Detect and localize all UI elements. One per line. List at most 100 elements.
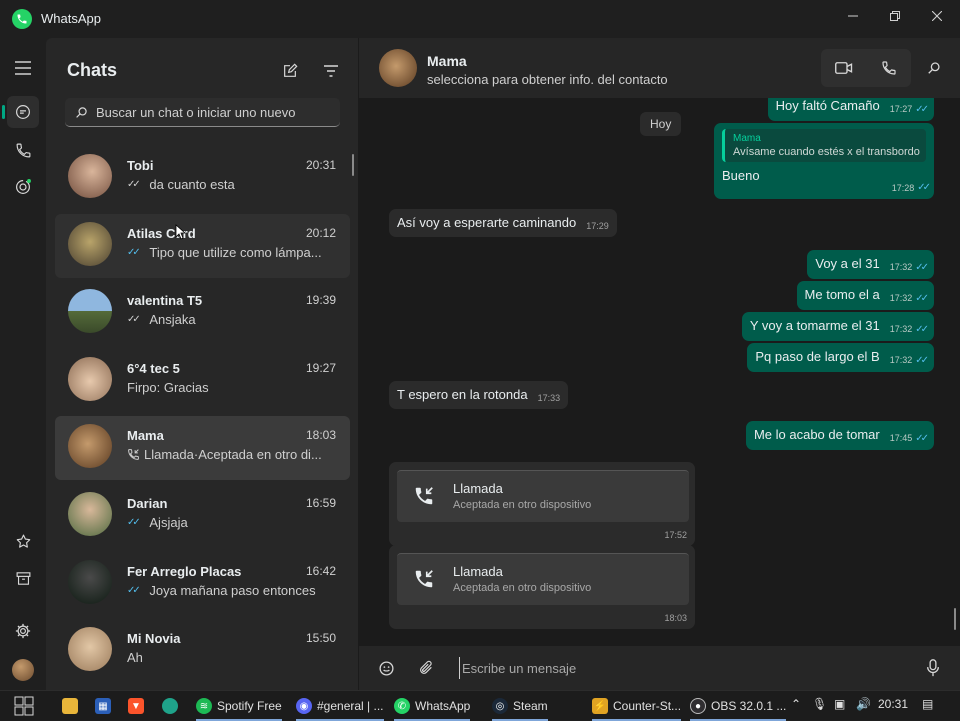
taskbar-store[interactable]: ▦ bbox=[95, 695, 111, 717]
chat-item-fer-arreglo-placas[interactable]: Fer Arreglo Placas 16:42 ✓✓ Joya mañana … bbox=[55, 552, 350, 616]
quoted-message[interactable]: Mama Avísame cuando estés x el transbord… bbox=[722, 129, 926, 162]
message-text: Pq paso de largo el B bbox=[755, 349, 880, 364]
message-scrollbar[interactable] bbox=[954, 608, 956, 630]
close-button[interactable] bbox=[916, 0, 958, 32]
maximize-button[interactable] bbox=[874, 0, 916, 32]
spotify-icon: ≋ bbox=[196, 698, 212, 714]
chat-item-tobi[interactable]: Tobi 20:31 ✓✓ da cuanto esta bbox=[55, 146, 350, 210]
avatar bbox=[68, 491, 112, 536]
start-button[interactable] bbox=[14, 695, 34, 717]
taskbar-discord[interactable]: ◉ #general | ... bbox=[296, 695, 384, 721]
voice-message-button[interactable] bbox=[922, 657, 944, 679]
read-ticks-icon: ✓✓ bbox=[915, 432, 929, 444]
avatar bbox=[68, 559, 112, 604]
menu-icon[interactable] bbox=[7, 52, 39, 84]
chat-name: Tobi bbox=[127, 158, 154, 173]
read-ticks-icon: ✓✓ bbox=[915, 103, 929, 115]
chat-name: 6°4 tec 5 bbox=[127, 360, 180, 376]
video-call-button[interactable] bbox=[821, 49, 866, 87]
avatar bbox=[68, 627, 112, 672]
call-log-card[interactable]: Llamada Aceptada en otro dispositivo 18:… bbox=[389, 545, 695, 629]
store-icon: ▦ bbox=[95, 698, 111, 714]
message-time: 17:29 bbox=[586, 221, 609, 231]
notifications-tray-icon[interactable]: ▤ bbox=[922, 697, 933, 711]
chat-item-darian[interactable]: Darian 16:59 ✓✓ Ajsjaja bbox=[55, 484, 350, 548]
taskbar-counter-strike[interactable]: ⚡ Counter-St... bbox=[592, 695, 682, 721]
brave-icon: ▼ bbox=[128, 698, 144, 714]
contact-subtitle: selecciona para obtener info. del contac… bbox=[427, 72, 668, 87]
call-subtitle: Aceptada en otro dispositivo bbox=[453, 582, 592, 594]
message-text: Me tomo el a bbox=[804, 287, 880, 302]
taskbar-brave[interactable]: ▼ bbox=[128, 695, 144, 717]
emoji-icon bbox=[378, 660, 394, 676]
contact-avatar[interactable] bbox=[379, 49, 417, 87]
chat-item-valentina-t5[interactable]: valentina T5 19:39 ✓✓ Ansjaka bbox=[55, 281, 350, 345]
taskbar-steam[interactable]: ◎ Steam bbox=[492, 695, 548, 721]
conversation-header[interactable]: Mama selecciona para obtener info. del c… bbox=[359, 38, 960, 98]
chat-item-atilas-card[interactable]: Atilas Card 20:12 ✓✓ Tipo que utilize co… bbox=[55, 213, 350, 278]
read-ticks-icon: ✓✓ bbox=[127, 179, 141, 190]
conversation-search-button[interactable] bbox=[922, 56, 946, 80]
chats-icon[interactable] bbox=[2, 96, 39, 128]
message-time: 17:27 bbox=[889, 104, 913, 114]
read-ticks-icon: ✓✓ bbox=[915, 261, 929, 273]
profile-avatar[interactable] bbox=[7, 654, 39, 686]
chat-preview: ✓✓ Tipo que utilize como lámpa... bbox=[127, 245, 332, 260]
tray-overflow-icon[interactable]: ⌃ bbox=[791, 697, 801, 711]
microphone-tray-icon[interactable]: 🎙 bbox=[812, 697, 827, 711]
call-log-card[interactable]: Llamada Aceptada en otro dispositivo 17:… bbox=[389, 462, 695, 546]
chat-preview-text: Joya mañana paso entonces bbox=[149, 582, 316, 598]
call-log-inner: Llamada Aceptada en otro dispositivo bbox=[397, 553, 689, 605]
message-time: 17:28 bbox=[891, 182, 915, 193]
quote-author: Mama bbox=[733, 133, 761, 144]
discord-icon: ◉ bbox=[296, 698, 312, 714]
voice-call-button[interactable] bbox=[866, 49, 911, 87]
archive-icon[interactable] bbox=[7, 562, 39, 594]
chat-time: 20:31 bbox=[305, 158, 336, 172]
window-title: WhatsApp bbox=[41, 11, 101, 26]
day-separator: Hoy bbox=[640, 112, 682, 136]
chat-preview-text: Ajsjaja bbox=[149, 514, 188, 530]
filter-icon[interactable] bbox=[318, 58, 344, 84]
network-tray-icon[interactable]: ▣ bbox=[834, 697, 845, 711]
taskbar-spotify[interactable]: ≋ Spotify Free bbox=[196, 695, 282, 721]
taskbar-clock[interactable]: 20:31 bbox=[878, 697, 908, 711]
taskbar-edge[interactable] bbox=[162, 695, 178, 717]
chat-preview: Ah bbox=[127, 650, 332, 665]
chat-item-mi-novia[interactable]: Mi Novia 15:50 Ah bbox=[55, 619, 350, 683]
message-time: 17:32 bbox=[889, 324, 913, 334]
settings-icon[interactable] bbox=[7, 615, 39, 647]
search-bar[interactable] bbox=[65, 98, 340, 127]
chat-name: Mi Novia bbox=[127, 631, 181, 647]
chat-preview: ✓✓ da cuanto esta bbox=[127, 177, 332, 192]
chat-time: 16:59 bbox=[305, 495, 336, 510]
search-input[interactable] bbox=[96, 104, 336, 120]
chat-item-mama[interactable]: Mama 18:03 Llamada·Aceptada en otro di..… bbox=[55, 416, 350, 481]
chat-item-6-4-tec-5[interactable]: 6°4 tec 5 19:27 Firpo: Gracias bbox=[55, 349, 350, 413]
starred-icon[interactable] bbox=[7, 525, 39, 557]
status-icon[interactable] bbox=[7, 171, 39, 203]
message-text: Voy a el 31 bbox=[815, 256, 880, 271]
counter-strike-icon: ⚡ bbox=[592, 698, 608, 714]
taskbar-file-explorer[interactable] bbox=[62, 695, 78, 717]
emoji-button[interactable] bbox=[375, 657, 397, 679]
message-in: T espero en la rotonda 17:33 bbox=[389, 381, 569, 409]
calls-icon[interactable] bbox=[7, 134, 39, 166]
message-out: Y voy a tomarme el 31 17:32 ✓✓ bbox=[741, 312, 934, 341]
message-input[interactable] bbox=[459, 657, 899, 679]
read-ticks-icon: ✓✓ bbox=[127, 584, 141, 596]
taskbar-label: #general | ... bbox=[317, 699, 384, 713]
read-ticks-icon: ✓✓ bbox=[917, 182, 931, 193]
chat-preview-text: Ah bbox=[127, 650, 143, 666]
attach-button[interactable] bbox=[415, 657, 437, 679]
avatar bbox=[68, 356, 112, 401]
volume-tray-icon[interactable]: 🔊 bbox=[856, 697, 871, 711]
minimize-button[interactable] bbox=[832, 0, 874, 32]
new-chat-icon[interactable] bbox=[277, 58, 303, 84]
taskbar-whatsapp[interactable]: ✆ WhatsApp bbox=[394, 695, 471, 721]
read-ticks-icon: ✓✓ bbox=[915, 323, 929, 335]
chat-preview: Llamada·Aceptada en otro di... bbox=[127, 447, 332, 462]
chat-list-scrollbar[interactable] bbox=[352, 154, 354, 176]
taskbar-obs[interactable]: ● OBS 32.0.1 ... bbox=[690, 695, 787, 721]
message-time: 17:32 bbox=[889, 355, 913, 365]
